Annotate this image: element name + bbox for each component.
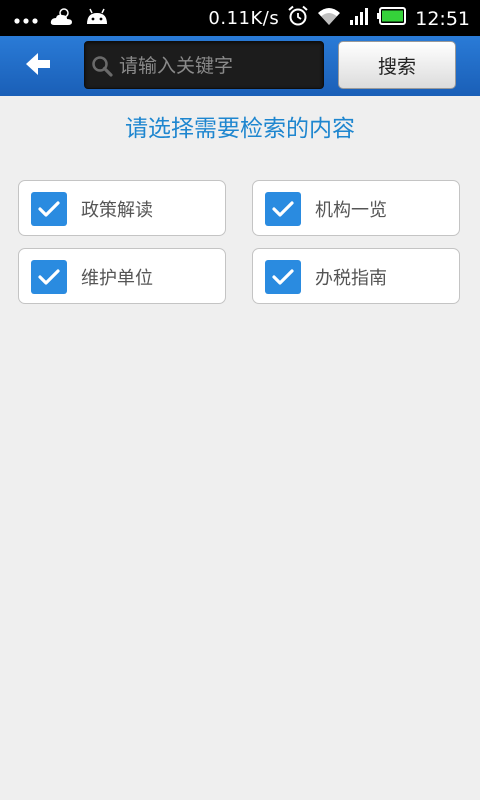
prompt-heading: 请选择需要检索的内容 — [125, 116, 355, 142]
option-tax-guide[interactable]: 办税指南 — [252, 248, 460, 304]
option-policy-interpretation[interactable]: 政策解读 — [18, 180, 226, 236]
toolbar: 搜索 — [0, 36, 480, 96]
option-label: 机构一览 — [315, 200, 387, 221]
signal-icon — [349, 6, 369, 31]
option-label: 办税指南 — [315, 268, 387, 289]
wifi-icon — [317, 6, 341, 31]
back-button[interactable] — [18, 50, 58, 82]
alarm-icon — [287, 5, 309, 32]
checkbox[interactable] — [31, 192, 67, 226]
checkbox[interactable] — [31, 260, 67, 294]
search-icon — [91, 55, 113, 81]
android-icon — [84, 7, 110, 31]
clock: 12:51 — [415, 7, 470, 30]
check-icon — [38, 269, 60, 285]
search-input[interactable] — [117, 50, 321, 82]
back-arrow-icon — [24, 51, 52, 81]
option-label: 维护单位 — [81, 268, 153, 289]
status-bar: 0.11K/s 12:51 — [0, 0, 480, 36]
checkbox[interactable] — [265, 192, 301, 226]
option-institution-list[interactable]: 机构一览 — [252, 180, 460, 236]
network-speed: 0.11K/s — [208, 8, 280, 29]
search-box[interactable] — [84, 41, 324, 89]
option-label: 政策解读 — [81, 200, 153, 221]
overflow-dots-icon — [14, 10, 40, 29]
search-button[interactable]: 搜索 — [338, 41, 456, 89]
check-icon — [272, 269, 294, 285]
weather-icon — [50, 7, 74, 31]
check-icon — [38, 201, 60, 217]
check-icon — [272, 201, 294, 217]
battery-icon — [377, 7, 407, 30]
option-maintenance-unit[interactable]: 维护单位 — [18, 248, 226, 304]
checkbox[interactable] — [265, 260, 301, 294]
